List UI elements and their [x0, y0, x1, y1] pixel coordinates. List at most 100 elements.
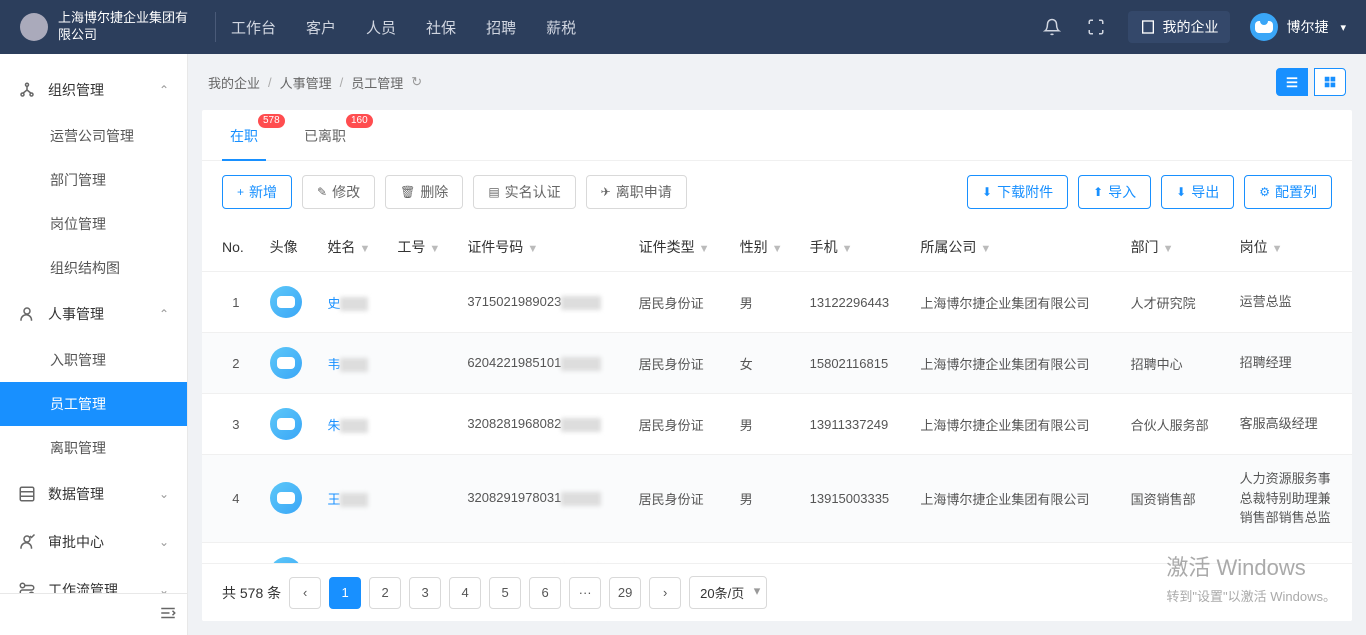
cell-name[interactable]: 王: [317, 455, 387, 543]
add-button[interactable]: +新增: [222, 175, 292, 209]
breadcrumb-sep: /: [268, 75, 272, 90]
pagination: 共 578 条 ‹ 123456···29 › 20条/页: [202, 563, 1352, 621]
page-button[interactable]: 2: [369, 577, 401, 609]
sidebar-group-org[interactable]: 组织管理 ⌃: [0, 66, 187, 114]
list-view-button[interactable]: [1276, 68, 1308, 96]
employee-table: No. 头像 姓名▼ 工号▼ 证件号码▼ 证件类型▼ 性别▼ 手机▼ 所属公司▼…: [202, 223, 1352, 563]
table-row[interactable]: 2 韦 6204221985101 居民身份证 女 15802116815 上海…: [202, 333, 1352, 394]
next-page-button[interactable]: ›: [649, 577, 681, 609]
filter-icon[interactable]: ▼: [429, 243, 440, 255]
company-name: 上海博尔捷企业集团有限公司: [58, 10, 188, 44]
user-menu[interactable]: 博尔捷 ▾: [1250, 13, 1346, 41]
cell-dept: 国资销售部: [1121, 455, 1230, 543]
nav-personnel[interactable]: 人员: [366, 17, 396, 38]
cell-name[interactable]: 防: [317, 542, 387, 563]
cell-idtype: 居民身份证: [629, 272, 730, 333]
export-button[interactable]: ⬇导出: [1161, 175, 1234, 209]
sidebar-item-employee[interactable]: 员工管理: [0, 382, 187, 426]
import-button[interactable]: ⬆导入: [1078, 175, 1151, 209]
sidebar-item-company[interactable]: 运营公司管理: [0, 114, 187, 158]
resign-button[interactable]: ✈离职申请: [586, 175, 687, 209]
nav-social[interactable]: 社保: [426, 17, 456, 38]
sidebar: 组织管理 ⌃ 运营公司管理 部门管理 岗位管理 组织结构图 人事管理 ⌃ 入职管…: [0, 54, 188, 635]
cell-name[interactable]: 韦: [317, 333, 387, 394]
filter-icon[interactable]: ▼: [772, 243, 783, 255]
filter-icon[interactable]: ▼: [527, 243, 538, 255]
filter-icon[interactable]: ▼: [980, 243, 991, 255]
nav-recruit[interactable]: 招聘: [486, 17, 516, 38]
sidebar-item-dept[interactable]: 部门管理: [0, 158, 187, 202]
nav-workspace[interactable]: 工作台: [231, 17, 276, 38]
refresh-icon[interactable]: ↻: [411, 74, 422, 90]
page-button[interactable]: 29: [609, 577, 641, 609]
sidebar-item-orgchart[interactable]: 组织结构图: [0, 246, 187, 290]
breadcrumb-item[interactable]: 我的企业: [208, 73, 260, 92]
table-row[interactable]: 1 史 3715021989023 居民身份证 男 13122296443 上海…: [202, 272, 1352, 333]
cell-name[interactable]: 朱: [317, 394, 387, 455]
filter-icon[interactable]: ▼: [699, 243, 710, 255]
prev-page-button[interactable]: ‹: [289, 577, 321, 609]
grid-view-button[interactable]: [1314, 68, 1346, 96]
cell-name[interactable]: 史: [317, 272, 387, 333]
sidebar-item-offboard[interactable]: 离职管理: [0, 426, 187, 470]
sidebar-group-hr[interactable]: 人事管理 ⌃: [0, 290, 187, 338]
col-dept: 部门▼: [1121, 223, 1230, 272]
fullscreen-icon[interactable]: [1084, 15, 1108, 39]
edit-button[interactable]: ✎修改: [302, 175, 375, 209]
sidebar-item-position[interactable]: 岗位管理: [0, 202, 187, 246]
cell-gender: 女: [730, 333, 800, 394]
chevron-down-icon: ⌄: [159, 487, 169, 501]
sidebar-item-onboard[interactable]: 入职管理: [0, 338, 187, 382]
page-button[interactable]: 4: [449, 577, 481, 609]
filter-icon[interactable]: ▼: [359, 243, 370, 255]
table-container[interactable]: No. 头像 姓名▼ 工号▼ 证件号码▼ 证件类型▼ 性别▼ 手机▼ 所属公司▼…: [202, 223, 1352, 563]
sidebar-group-approval[interactable]: 审批中心 ⌄: [0, 518, 187, 566]
filter-icon[interactable]: ▼: [842, 243, 853, 255]
download-button[interactable]: ⬇下载附件: [967, 175, 1068, 209]
cell-empno: [387, 272, 457, 333]
filter-icon[interactable]: ▼: [1163, 243, 1174, 255]
bell-icon[interactable]: [1040, 15, 1064, 39]
cell-phone: 13122296443: [800, 272, 911, 333]
col-idtype: 证件类型▼: [629, 223, 730, 272]
gear-icon: ⚙: [1259, 185, 1270, 199]
cell-company: 上海博尔捷企业集团有限公司: [910, 455, 1120, 543]
breadcrumb-sep: /: [340, 75, 344, 90]
page-button[interactable]: 3: [409, 577, 441, 609]
filter-icon[interactable]: ▼: [1272, 243, 1283, 255]
cell-avatar: [260, 455, 318, 543]
page-ellipsis[interactable]: ···: [569, 577, 601, 609]
tab-badge: 160: [346, 114, 373, 128]
cell-company: 上海博尔捷企业集团有限公司: [910, 333, 1120, 394]
breadcrumb-item[interactable]: 人事管理: [280, 73, 332, 92]
page-button[interactable]: 5: [489, 577, 521, 609]
cell-dept: 人才研究院: [1121, 272, 1230, 333]
delete-button[interactable]: 🗑删除: [385, 175, 463, 209]
trash-icon: 🗑: [400, 185, 415, 199]
page-button[interactable]: 1: [329, 577, 361, 609]
sidebar-group-workflow[interactable]: 工作流管理 ⌄: [0, 566, 187, 593]
cell-no: 4: [202, 455, 260, 543]
config-button[interactable]: ⚙配置列: [1244, 175, 1332, 209]
tab-active-employees[interactable]: 在职 578: [222, 110, 266, 160]
edit-icon: ✎: [317, 185, 327, 199]
breadcrumb: 我的企业 / 人事管理 / 员工管理 ↻: [188, 54, 1366, 110]
sidebar-group-data[interactable]: 数据管理 ⌄: [0, 470, 187, 518]
plus-icon: +: [237, 185, 244, 199]
table-row[interactable]: 5 防 1402031983070 居民身份证 男 13917589076 上海…: [202, 542, 1352, 563]
sidebar-collapse-button[interactable]: [0, 593, 187, 635]
nav-salary[interactable]: 薪税: [546, 17, 576, 38]
table-row[interactable]: 3 朱 3208281968082 居民身份证 男 13911337249 上海…: [202, 394, 1352, 455]
page-size-select[interactable]: 20条/页: [689, 576, 767, 609]
tab-left-employees[interactable]: 已离职 160: [296, 110, 354, 160]
my-company-button[interactable]: 我的企业: [1128, 11, 1230, 43]
app-header: 上海博尔捷企业集团有限公司 工作台 客户 人员 社保 招聘 薪税 我的企业 博尔…: [0, 0, 1366, 54]
nav-customer[interactable]: 客户: [306, 17, 336, 38]
realname-button[interactable]: ▤实名认证: [473, 175, 575, 209]
main-panel: 在职 578 已离职 160 +新增 ✎修改 🗑删除 ▤实名认证 ✈离职申请 ⬇…: [202, 110, 1352, 621]
my-company-label: 我的企业: [1162, 17, 1218, 37]
cell-empno: [387, 455, 457, 543]
cell-idno: 3208281968082: [457, 394, 628, 455]
table-row[interactable]: 4 王 3208291978031 居民身份证 男 13915003335 上海…: [202, 455, 1352, 543]
page-button[interactable]: 6: [529, 577, 561, 609]
